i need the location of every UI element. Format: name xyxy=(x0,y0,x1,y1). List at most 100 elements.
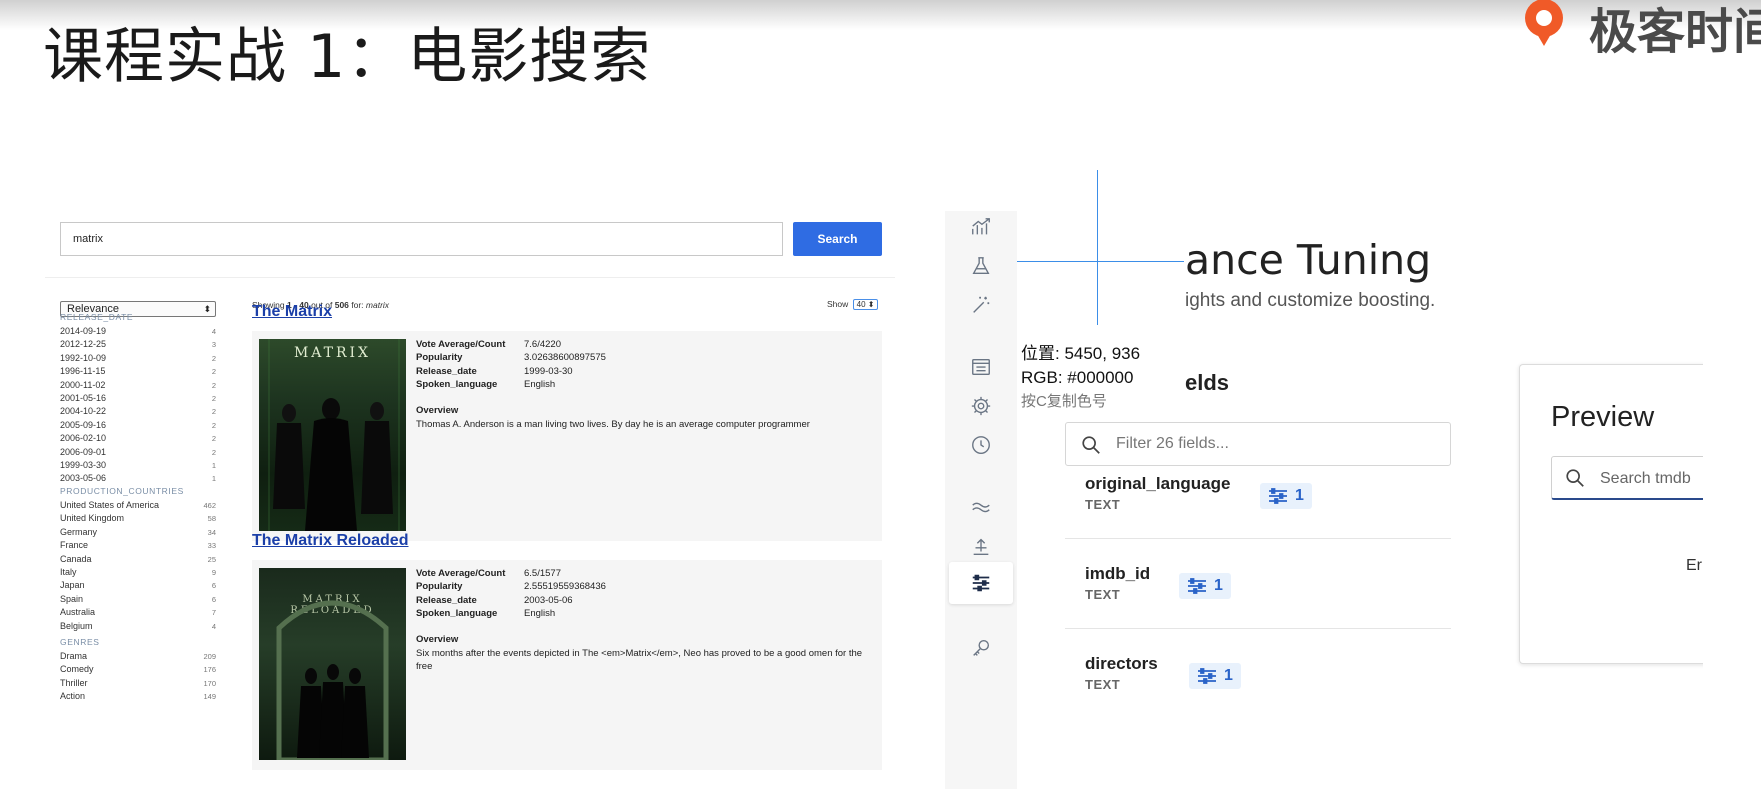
facet-item-count: 6 xyxy=(211,594,216,604)
facet-item-count: 9 xyxy=(211,567,216,577)
facet-item[interactable]: Drama 209 xyxy=(60,650,216,663)
facet-item-count: 149 xyxy=(203,692,216,702)
clock-icon[interactable] xyxy=(967,431,995,459)
facet-item-label: Comedy xyxy=(60,664,94,675)
facet-item[interactable]: 1996-11-15 2 xyxy=(60,365,216,378)
facet-item[interactable]: Canada 25 xyxy=(60,553,216,566)
facet-title-production-countries: PRODUCTION_COUNTRIES xyxy=(60,486,184,496)
weight-chip[interactable]: 1 xyxy=(1260,483,1312,509)
weight-chip[interactable]: 1 xyxy=(1179,573,1231,599)
weight-value: 1 xyxy=(1224,667,1233,684)
facet-item[interactable]: 2003-05-06 1 xyxy=(60,472,216,485)
documents-icon[interactable] xyxy=(967,353,995,381)
gear-icon[interactable] xyxy=(967,392,995,420)
facet-item[interactable]: United States of America 462 xyxy=(60,499,216,512)
result-title-link[interactable]: The Matrix Reloaded xyxy=(252,532,408,550)
field-name: original_language xyxy=(1085,474,1231,493)
facet-item[interactable]: Japan 6 xyxy=(60,579,216,592)
search-input[interactable]: matrix xyxy=(60,222,783,256)
facet-item-label: Thriller xyxy=(60,677,88,688)
movie-poster: MATRIX xyxy=(259,339,406,531)
facet-item[interactable]: Spain 6 xyxy=(60,593,216,606)
meta-label: Spoken_language xyxy=(416,379,498,391)
synonyms-icon[interactable] xyxy=(967,493,995,521)
facet-item[interactable]: 2000-11-02 2 xyxy=(60,379,216,392)
field-name: imdb_id xyxy=(1085,564,1151,583)
relevance-tuning-icon[interactable] xyxy=(949,562,1013,604)
facet-item-count: 58 xyxy=(207,514,216,524)
field-row[interactable]: imdb_id TEXT 1 xyxy=(1065,529,1451,629)
curations-icon[interactable] xyxy=(967,532,995,560)
facet-item-count: 4 xyxy=(211,327,216,336)
facet-item[interactable]: Australia 7 xyxy=(60,606,216,619)
facet-item-label: United States of America xyxy=(60,500,160,510)
popularity-value: 3.02638600897575 xyxy=(524,352,606,364)
facet-item-label: 2006-02-10 xyxy=(60,433,107,444)
facet-item-label: 2003-05-06 xyxy=(60,473,107,484)
result-title-link[interactable]: The Matrix xyxy=(252,303,332,321)
facet-item[interactable]: Germany 34 xyxy=(60,526,216,539)
facet-item[interactable]: Belgium 4 xyxy=(60,620,216,633)
facet-item-count: 1 xyxy=(211,460,216,470)
facet-item-count: 6 xyxy=(211,581,216,591)
weight-chip[interactable]: 1 xyxy=(1189,663,1241,689)
preview-title: Preview xyxy=(1551,401,1655,433)
results-summary-suffix: for: xyxy=(348,300,366,310)
field-name: directors xyxy=(1085,654,1158,673)
facet-item-count: 462 xyxy=(203,501,216,510)
facet-item[interactable]: 1999-03-30 1 xyxy=(60,459,216,472)
facet-item[interactable]: Italy 9 xyxy=(60,566,216,579)
sliders-icon xyxy=(1188,578,1206,594)
facet-item[interactable]: 2014-09-19 4 xyxy=(60,325,216,338)
select-arrows-icon: ⬍ xyxy=(203,304,211,314)
facet-item-label: 2012-12-25 xyxy=(60,339,107,350)
color-picker-crosshair-vertical xyxy=(1097,170,1098,325)
facet-item[interactable]: Comedy 176 xyxy=(60,663,216,676)
meta-label: Vote Average/Count xyxy=(416,568,506,579)
facet-item-count: 2 xyxy=(211,393,216,403)
field-type: TEXT xyxy=(1085,587,1121,602)
analytics-icon[interactable] xyxy=(967,213,995,241)
facet-item[interactable]: 2006-09-01 2 xyxy=(60,446,216,459)
brand-logo: 极客时间 xyxy=(1519,0,1761,56)
facet-list-production-countries: United States of America 462 United Kingdo… xyxy=(60,499,216,633)
facet-item[interactable]: 2004-10-22 2 xyxy=(60,405,216,418)
language-value: English xyxy=(524,608,556,620)
facet-item[interactable]: 2006-02-10 2 xyxy=(60,432,216,445)
key-icon[interactable] xyxy=(967,634,995,662)
result-card: MATRIX Vote Average/Count 7.6/4220 Popula… xyxy=(252,331,882,541)
magic-wand-icon[interactable] xyxy=(967,291,995,319)
picker-hint: 按C复制色号 xyxy=(1021,393,1107,410)
facet-item[interactable]: 1992-10-09 2 xyxy=(60,352,216,365)
page-size-select[interactable]: 40 ⬍ xyxy=(852,299,879,310)
meta-label: Release_date xyxy=(416,365,477,377)
facet-title-genres: GENRES xyxy=(60,637,100,647)
result-meta: Vote Average/Count 7.6/4220 Popularity 3.0… xyxy=(416,339,876,431)
facet-item-count: 3 xyxy=(211,340,216,350)
release-value: 1999-03-30 xyxy=(524,365,573,377)
facet-item-label: Australia xyxy=(60,607,96,618)
facet-item-count: 170 xyxy=(203,678,216,688)
facet-item[interactable]: United Kingdom 58 xyxy=(60,512,216,525)
facet-item-count: 2 xyxy=(211,434,216,444)
facet-item-label: Canada xyxy=(60,553,92,564)
flask-icon[interactable] xyxy=(967,252,995,280)
facet-item[interactable]: Thriller 170 xyxy=(60,677,216,690)
facet-item-label: 2004-10-22 xyxy=(60,406,107,417)
field-row[interactable]: original_language TEXT 1 xyxy=(1065,439,1451,539)
facet-item[interactable]: 2012-12-25 3 xyxy=(60,338,216,351)
facet-item-label: 2006-09-01 xyxy=(60,446,107,457)
facet-item-label: United Kingdom xyxy=(60,513,125,524)
meta-label: Popularity xyxy=(416,352,463,364)
facet-item[interactable]: 2001-05-16 2 xyxy=(60,392,216,405)
facet-item-count: 7 xyxy=(211,608,216,618)
field-row[interactable]: directors TEXT 1 xyxy=(1065,619,1451,719)
facet-item-count: 2 xyxy=(211,407,216,417)
facet-item-label: Belgium xyxy=(60,620,93,631)
movie-poster: MATRIX RELOADED xyxy=(259,568,406,760)
facet-item[interactable]: 2005-09-16 2 xyxy=(60,419,216,432)
facet-item-count: 4 xyxy=(211,621,216,631)
search-button[interactable]: Search xyxy=(793,222,882,256)
facet-item[interactable]: France 33 xyxy=(60,539,216,552)
facet-item[interactable]: Action 149 xyxy=(60,690,216,703)
